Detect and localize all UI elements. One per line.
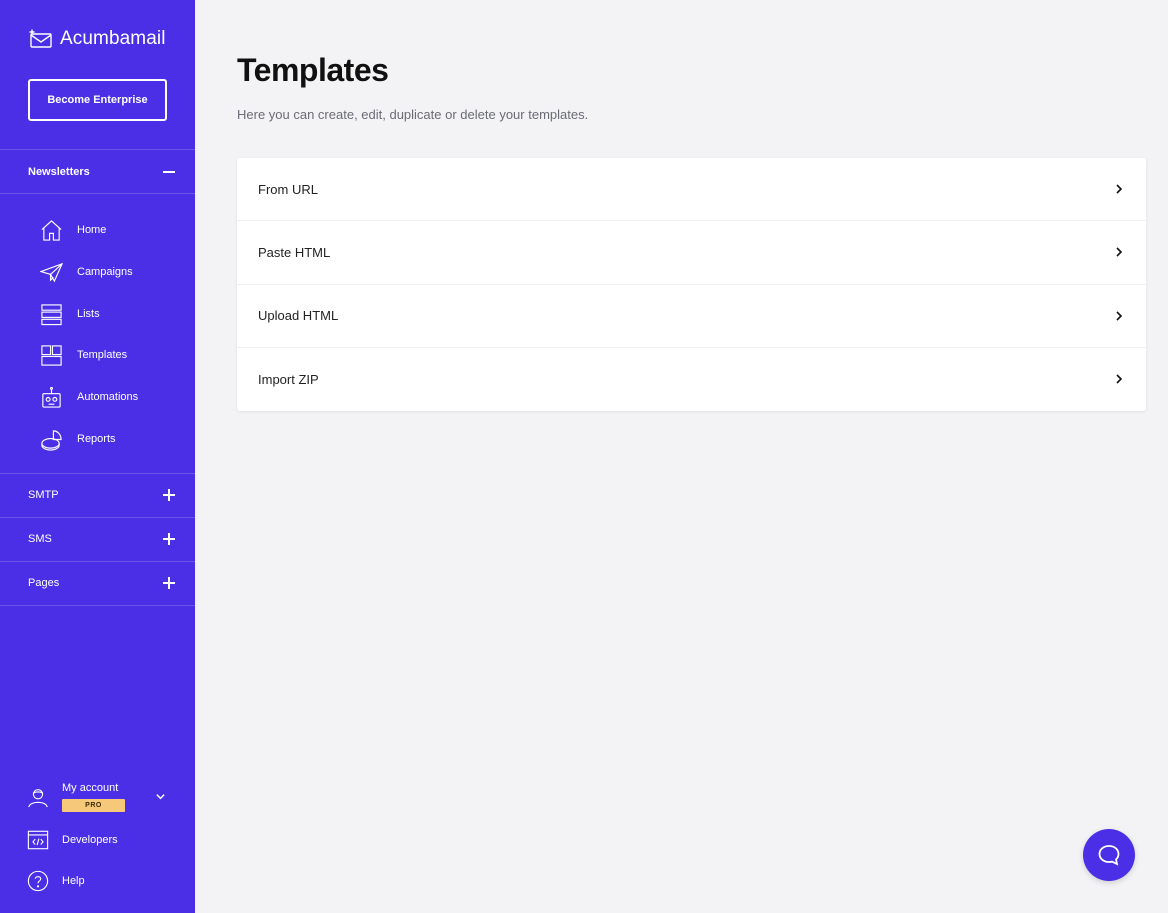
help-icon	[27, 870, 49, 892]
mail-logo-icon	[29, 29, 52, 48]
divider	[0, 605, 195, 606]
option-import-zip[interactable]: Import ZIP	[237, 348, 1146, 411]
sidebar-item-developers[interactable]: Developers	[27, 829, 118, 851]
sidebar-item-reports[interactable]: Reports	[40, 425, 116, 453]
sidebar-item-label: Reports	[77, 433, 116, 445]
chat-support-button[interactable]	[1083, 829, 1135, 881]
expand-icon[interactable]	[163, 577, 175, 589]
code-window-icon	[27, 830, 49, 850]
option-label: Paste HTML	[258, 244, 331, 260]
expand-icon[interactable]	[163, 533, 175, 545]
option-upload-html[interactable]: Upload HTML	[237, 285, 1146, 348]
collapse-icon[interactable]	[163, 166, 175, 178]
list-icon	[41, 303, 62, 325]
page-title: Templates	[237, 52, 389, 88]
become-enterprise-button[interactable]: Become Enterprise	[28, 79, 167, 121]
page-subtitle: Here you can create, edit, duplicate or …	[237, 107, 589, 122]
chevron-right-icon	[1116, 247, 1123, 257]
template-options-card: From URL Paste HTML Upload HTML Import Z…	[237, 158, 1146, 411]
chat-bubble-icon	[1098, 845, 1120, 866]
sidebar-item-label: Home	[77, 224, 107, 236]
robot-icon	[42, 386, 61, 408]
sidebar: Acumbamail Become Enterprise Newsletters…	[0, 0, 195, 913]
brand-logo[interactable]: Acumbamail	[28, 28, 166, 50]
chevron-right-icon	[1116, 184, 1123, 194]
developers-label: Developers	[62, 834, 118, 846]
chevron-right-icon	[1116, 374, 1123, 384]
option-label: Upload HTML	[258, 308, 339, 324]
section-smtp-label: SMTP	[28, 489, 59, 501]
user-icon	[28, 789, 48, 808]
divider	[0, 193, 195, 194]
home-icon	[41, 219, 62, 241]
pie-chart-icon	[41, 429, 62, 451]
my-account-label: My account	[62, 782, 119, 794]
sidebar-item-label: Lists	[77, 308, 100, 320]
option-label: From URL	[258, 181, 318, 197]
sidebar-item-templates[interactable]: Templates	[40, 341, 127, 369]
section-sms-label: SMS	[28, 533, 52, 545]
sidebar-item-automations[interactable]: Automations	[40, 383, 138, 411]
sidebar-item-help[interactable]: Help	[27, 870, 85, 892]
sidebar-item-label: Campaigns	[77, 266, 133, 278]
help-label: Help	[62, 875, 85, 887]
chevron-down-icon[interactable]	[155, 791, 166, 802]
section-newsletters-label: Newsletters	[28, 166, 90, 178]
pro-badge: PRO	[62, 799, 125, 812]
option-from-url[interactable]: From URL	[237, 158, 1146, 222]
section-sms[interactable]: SMS	[0, 517, 195, 561]
section-pages-label: Pages	[28, 577, 60, 589]
my-account-menu[interactable]: My account PRO	[27, 782, 125, 812]
sidebar-item-label: Templates	[77, 349, 128, 361]
brand-name: Acumbamail	[60, 28, 166, 49]
templates-icon	[41, 344, 62, 366]
chevron-right-icon	[1116, 311, 1123, 321]
option-label: Import ZIP	[258, 371, 319, 387]
expand-icon[interactable]	[163, 489, 175, 501]
paper-plane-icon	[40, 262, 63, 282]
section-pages[interactable]: Pages	[0, 561, 195, 605]
section-smtp[interactable]: SMTP	[0, 473, 195, 517]
sidebar-item-lists[interactable]: Lists	[40, 300, 100, 328]
sidebar-item-campaigns[interactable]: Campaigns	[40, 258, 133, 286]
option-paste-html[interactable]: Paste HTML	[237, 221, 1146, 285]
sidebar-item-label: Automations	[77, 391, 139, 403]
section-newsletters[interactable]: Newsletters	[0, 150, 195, 194]
sidebar-item-home[interactable]: Home	[40, 216, 106, 244]
